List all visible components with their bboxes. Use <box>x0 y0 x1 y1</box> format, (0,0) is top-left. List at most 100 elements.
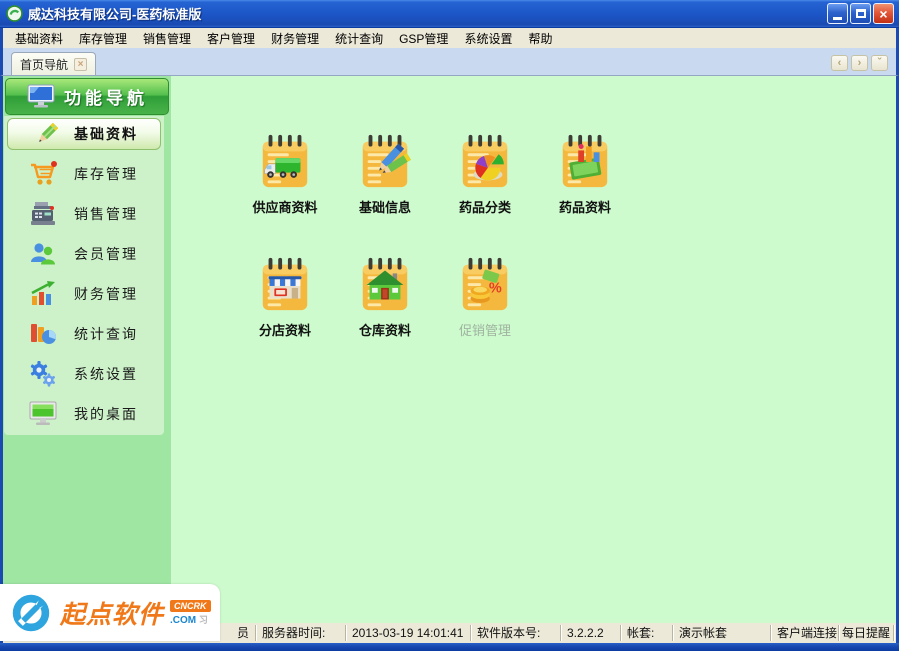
sidebar-item-label: 财务管理 <box>74 284 138 304</box>
menu-item-customer[interactable]: 客户管理 <box>199 28 263 49</box>
app-icon-label: 基础信息 <box>359 197 411 216</box>
maximize-button[interactable] <box>850 3 871 24</box>
app-icon-label: 供应商资料 <box>252 197 317 216</box>
sidebar-header: 功能导航 <box>5 78 169 115</box>
sidebar-item-label: 库存管理 <box>74 164 138 184</box>
main-icon-drug-category[interactable]: 药品分类 <box>435 133 535 216</box>
sidebar-item-label: 统计查询 <box>74 324 138 344</box>
promotion-coins-icon: % <box>456 256 514 314</box>
window-controls: × <box>827 3 894 24</box>
sidebar-item-label: 销售管理 <box>74 204 138 224</box>
main-icon-branch-data[interactable]: 分店资料 <box>235 256 335 339</box>
status-overflow: 万 <box>893 625 899 641</box>
menu-bar: 基础资料 库存管理 销售管理 客户管理 财务管理 统计查询 GSP管理 系统设置… <box>0 28 899 48</box>
icon-row-1: 供应商资料 <box>235 133 896 216</box>
tab-nav-buttons: ‹ › ˇ <box>831 55 888 71</box>
icon-row-2: 分店资料 仓库资料 <box>235 256 896 339</box>
tab-label: 首页导航 <box>20 56 68 73</box>
sidebar-item-inventory[interactable]: 库存管理 <box>4 154 164 194</box>
main-icon-drug-data[interactable]: 药品资料 <box>535 133 635 216</box>
title-bar: 威达科技有限公司-医药标准版 × <box>0 0 899 28</box>
sidebar-item-finance[interactable]: 财务管理 <box>4 274 164 314</box>
menu-item-inventory[interactable]: 库存管理 <box>71 28 135 49</box>
app-icon-label: 药品资料 <box>559 197 611 216</box>
qidian-logo-icon <box>8 590 54 636</box>
drug-category-pie-icon <box>456 133 514 191</box>
stats-books-icon <box>28 320 58 348</box>
tab-list-dropdown-button[interactable]: ˇ <box>871 55 888 71</box>
main-icon-basic-info[interactable]: 基础信息 <box>335 133 435 216</box>
tab-close-icon[interactable]: × <box>74 58 87 71</box>
branch-store-icon <box>256 256 314 314</box>
sidebar-nav-panel: 基础资料 库存管理 <box>4 116 164 435</box>
minimize-button[interactable] <box>827 3 848 24</box>
menu-item-basic-data[interactable]: 基础资料 <box>7 28 71 49</box>
watermark-brand-text: 起点软件 <box>60 595 164 631</box>
watermark-badge: CNCRK .COM 习 <box>170 600 211 626</box>
sidebar-item-label: 基础资料 <box>74 124 138 144</box>
sidebar-item-label: 系统设置 <box>74 364 138 384</box>
menu-item-gsp[interactable]: GSP管理 <box>391 28 456 49</box>
status-account-value: 演示帐套 <box>672 625 770 641</box>
sidebar-item-my-desktop[interactable]: 我的桌面 <box>4 394 164 434</box>
sidebar-header-label: 功能导航 <box>64 84 148 109</box>
status-daily-reminder: 每日提醒 <box>838 625 893 641</box>
main-icon-warehouse-data[interactable]: 仓库资料 <box>335 256 435 339</box>
sidebar-item-label: 会员管理 <box>74 244 138 264</box>
status-server-time-value: 2013-03-19 14:01:41 <box>345 625 470 641</box>
tab-bar: 首页导航 × ‹ › ˇ <box>0 48 899 76</box>
basic-info-pencils-icon <box>356 133 414 191</box>
app-icon-label: 仓库资料 <box>359 320 411 339</box>
watermark-badge-top: CNCRK <box>170 600 211 612</box>
watermark-overlay: 起点软件 CNCRK .COM 习 <box>0 584 220 641</box>
tab-scroll-left-button[interactable]: ‹ <box>831 55 848 71</box>
monitor-icon <box>26 84 56 110</box>
finance-chart-icon <box>28 280 58 308</box>
menu-item-finance[interactable]: 财务管理 <box>263 28 327 49</box>
desktop-monitor-icon <box>28 400 58 428</box>
drug-data-chart-icon <box>556 133 614 191</box>
app-icon-label: 分店资料 <box>259 320 311 339</box>
main-icon-supplier-data[interactable]: 供应商资料 <box>235 133 335 216</box>
members-icon <box>28 240 58 268</box>
pencil-icon <box>34 121 60 147</box>
warehouse-house-icon <box>356 256 414 314</box>
main-panel: 供应商资料 <box>171 76 896 623</box>
sidebar-item-sales[interactable]: 销售管理 <box>4 194 164 234</box>
tab-scroll-right-button[interactable]: › <box>851 55 868 71</box>
status-version-value: 3.2.2.2 <box>560 625 620 641</box>
tab-home-navigation[interactable]: 首页导航 × <box>11 52 96 75</box>
app-icon-label: 药品分类 <box>459 197 511 216</box>
close-button[interactable]: × <box>873 3 894 24</box>
app-logo-icon <box>6 5 23 22</box>
cart-icon <box>28 160 58 188</box>
app-window: 威达科技有限公司-医药标准版 × 基础资料 库存管理 销售管理 客户管理 财务管… <box>0 0 899 651</box>
cash-register-icon <box>28 200 58 228</box>
sidebar-item-members[interactable]: 会员管理 <box>4 234 164 274</box>
menu-item-sales[interactable]: 销售管理 <box>135 28 199 49</box>
maximize-icon <box>856 9 866 18</box>
status-server-time-label: 服务器时间: <box>255 625 345 641</box>
menu-item-statistics[interactable]: 统计查询 <box>327 28 391 49</box>
sidebar-item-label: 我的桌面 <box>74 404 138 424</box>
gears-icon <box>28 360 58 388</box>
app-icon-label: 促销管理 <box>459 320 511 339</box>
sidebar: 功能导航 基础资料 <box>3 76 171 623</box>
content-area: 功能导航 基础资料 <box>0 76 899 623</box>
status-account-label: 帐套: <box>620 625 672 641</box>
main-icon-promotion[interactable]: % 促销管理 <box>435 256 535 339</box>
sidebar-item-statistics[interactable]: 统计查询 <box>4 314 164 354</box>
window-title: 威达科技有限公司-医药标准版 <box>28 4 827 23</box>
sidebar-item-basic-data[interactable]: 基础资料 <box>7 118 161 150</box>
status-version-label: 软件版本号: <box>470 625 560 641</box>
watermark-badge-bottom: .COM 习 <box>170 613 208 626</box>
status-client-connection: 客户端连接 <box>770 625 838 641</box>
svg-text:%: % <box>489 281 502 297</box>
menu-item-system-settings[interactable]: 系统设置 <box>456 28 520 49</box>
menu-item-help[interactable]: 帮助 <box>520 28 560 49</box>
window-bottom-border <box>0 643 899 651</box>
watermark-suffix: 习 <box>199 615 208 625</box>
minimize-icon <box>833 17 842 20</box>
sidebar-item-system-settings[interactable]: 系统设置 <box>4 354 164 394</box>
close-icon: × <box>879 7 887 21</box>
